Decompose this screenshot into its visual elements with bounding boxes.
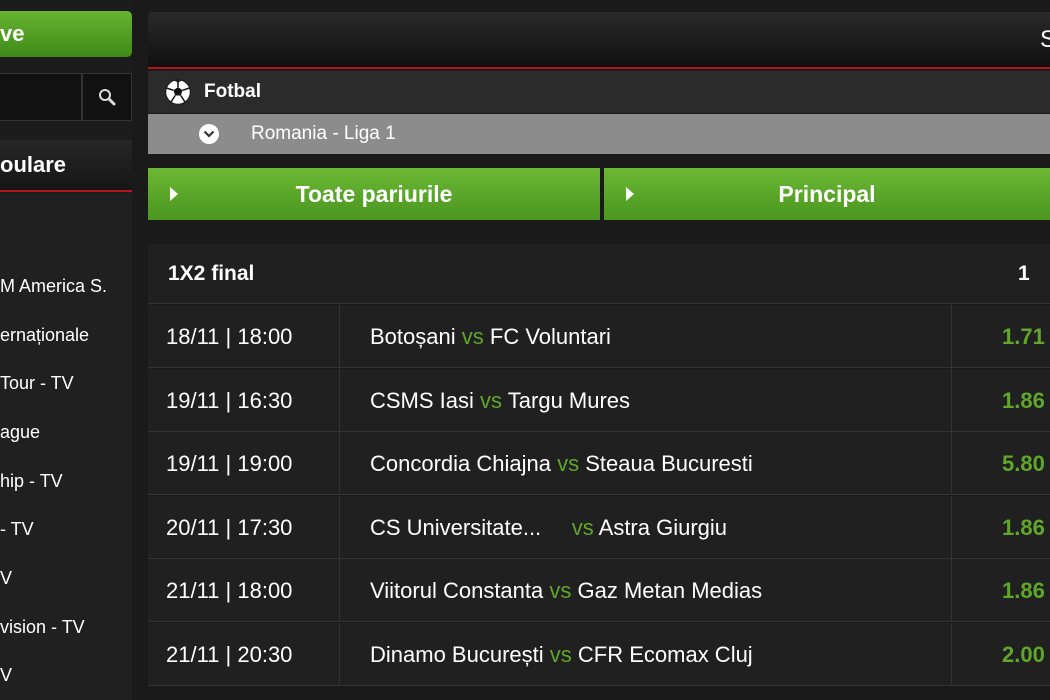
vs-label: vs — [480, 388, 503, 413]
play-arrow-icon — [170, 187, 178, 201]
live-button-label: ve — [0, 21, 25, 46]
market-header: 1X2 final 1 — [148, 244, 1050, 304]
search-button[interactable] — [82, 73, 132, 121]
vs-label: vs — [557, 451, 580, 476]
match-date: 19/11 | 19:00 — [148, 432, 340, 495]
match-teams[interactable]: Dinamo București vs CFR Ecomax Cluj — [340, 623, 952, 686]
popular-heading-label: oulare — [0, 152, 67, 177]
league-row[interactable]: Romania - Liga 1 — [148, 114, 1050, 154]
table-row: 18/11 | 18:00 Botoșani vs FC Voluntari 1… — [148, 305, 1050, 368]
tab-principal[interactable]: Principal — [604, 168, 1050, 220]
popular-heading: oulare — [0, 140, 132, 192]
search-input[interactable] — [0, 73, 82, 121]
home-team: CSMS Iasi — [370, 388, 474, 413]
tab-all-bets-label: Toate pariurile — [295, 180, 453, 207]
match-teams[interactable]: Concordia Chiajna vs Steaua Bucuresti — [340, 432, 952, 495]
popular-item[interactable]: Tour - TV — [0, 368, 132, 398]
away-team: FC Voluntari — [489, 324, 611, 349]
column-header-1: 1 — [1018, 262, 1030, 285]
home-team: Dinamo București — [370, 642, 544, 667]
top-bar: S — [148, 12, 1050, 69]
table-row: 19/11 | 19:00 Concordia Chiajna vs Steau… — [148, 432, 1050, 495]
vs-label: vs — [571, 515, 594, 540]
match-teams[interactable]: CSMS Iasi vs Targu Mures — [340, 369, 952, 432]
home-team: Concordia Chiajna — [370, 451, 551, 476]
home-team: Botoșani — [370, 324, 456, 349]
vs-label: vs — [549, 642, 572, 667]
popular-item[interactable]: - TV — [0, 514, 132, 544]
match-teams[interactable]: Viitorul Constanta vs Gaz Metan Medias — [340, 559, 952, 622]
sport-label: Fotbal — [204, 81, 261, 102]
odd-home[interactable]: 2.00 — [952, 623, 1050, 686]
away-team: Steaua Bucuresti — [585, 451, 753, 476]
match-date: 18/11 | 18:00 — [148, 305, 340, 368]
popular-item[interactable]: ague — [0, 417, 132, 447]
tab-all-bets[interactable]: Toate pariurile — [148, 168, 600, 220]
soccer-ball-icon — [164, 78, 192, 106]
home-team: Viitorul Constanta — [370, 578, 544, 603]
market-title: 1X2 final — [168, 262, 255, 285]
top-bar-label: S — [1040, 26, 1050, 53]
popular-item[interactable]: V — [0, 563, 132, 593]
tab-principal-label: Principal — [778, 180, 876, 207]
odd-home[interactable]: 1.86 — [952, 369, 1050, 432]
chevron-down-icon[interactable] — [199, 124, 219, 144]
left-sidebar: ve oulare M America S. ernaționale Tour … — [0, 0, 132, 700]
league-label: Romania - Liga 1 — [251, 123, 396, 144]
match-date: 19/11 | 16:30 — [148, 369, 340, 432]
home-team: CS Universitate... — [370, 515, 542, 540]
match-date: 21/11 | 20:30 — [148, 623, 340, 686]
sport-row[interactable]: Fotbal — [148, 71, 1050, 113]
odd-home[interactable]: 1.71 — [952, 305, 1050, 368]
popular-item[interactable]: M America S. — [0, 271, 132, 301]
odd-home[interactable]: 1.86 — [952, 496, 1050, 559]
odd-home[interactable]: 1.86 — [952, 559, 1050, 622]
popular-list: M America S. ernaționale Tour - TV ague … — [0, 194, 132, 700]
table-row: 21/11 | 18:00 Viitorul Constanta vs Gaz … — [148, 559, 1050, 622]
away-team: Astra Giurgiu — [598, 515, 728, 540]
match-teams[interactable]: CS Universitate... vs Astra Giurgiu — [340, 496, 952, 559]
live-button[interactable]: ve — [0, 11, 132, 57]
table-row: 20/11 | 17:30 CS Universitate... vs Astr… — [148, 496, 1050, 559]
play-arrow-icon — [626, 187, 634, 201]
vs-label: vs — [461, 324, 484, 349]
match-teams[interactable]: Botoșani vs FC Voluntari — [340, 305, 952, 368]
main-panel: S Fotbal Romania - Liga 1 Toate pariuril… — [148, 0, 1050, 700]
away-team: Gaz Metan Medias — [577, 578, 763, 603]
odd-home[interactable]: 5.80 — [952, 432, 1050, 495]
popular-item[interactable]: vision - TV — [0, 612, 132, 642]
magnifier-icon — [99, 89, 116, 106]
away-team: CFR Ecomax Cluj — [577, 642, 753, 667]
match-date: 21/11 | 18:00 — [148, 559, 340, 622]
table-row: 21/11 | 20:30 Dinamo București vs CFR Ec… — [148, 623, 1050, 686]
popular-item[interactable]: hip - TV — [0, 466, 132, 496]
away-team: Targu Mures — [507, 388, 631, 413]
popular-item[interactable]: ernaționale — [0, 320, 132, 350]
vs-label: vs — [549, 578, 572, 603]
match-date: 20/11 | 17:30 — [148, 496, 340, 559]
popular-item[interactable]: V — [0, 660, 132, 690]
table-row: 19/11 | 16:30 CSMS Iasi vs Targu Mures 1… — [148, 369, 1050, 432]
